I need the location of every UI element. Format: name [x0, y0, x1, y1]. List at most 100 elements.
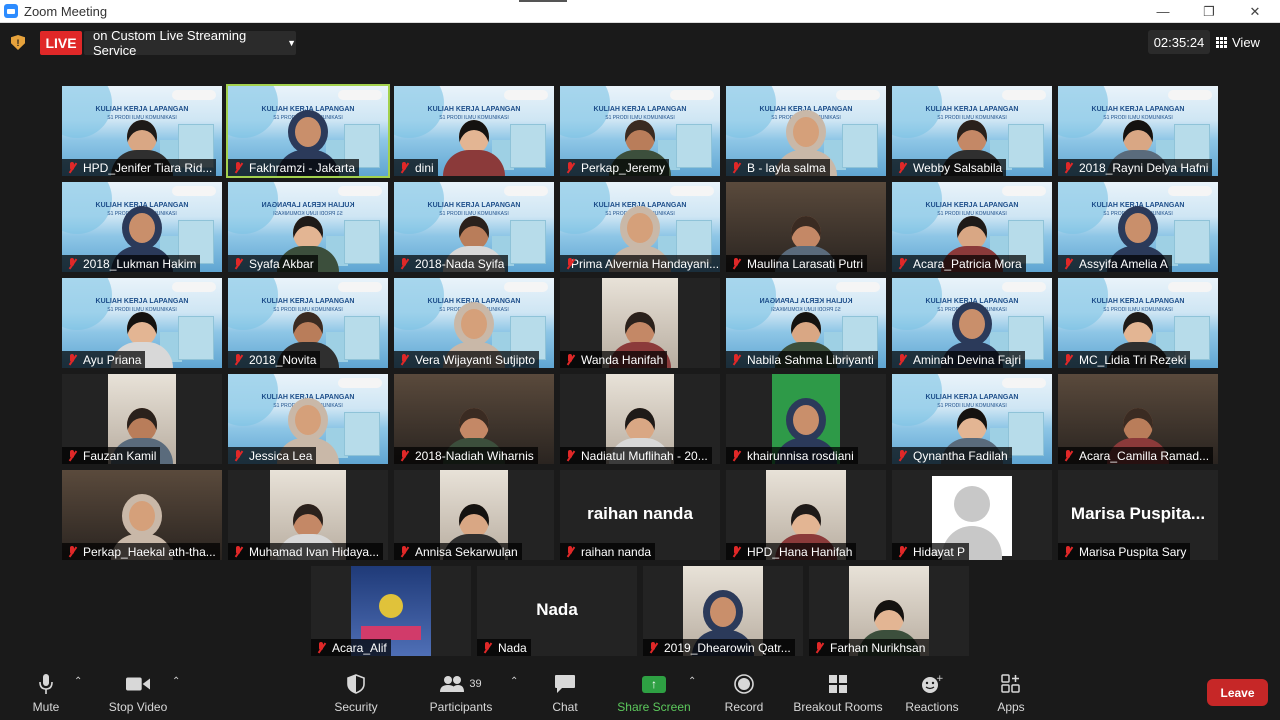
- chat-button[interactable]: Chat: [545, 663, 585, 720]
- participant-tile[interactable]: Farhan Nurikhsan: [809, 566, 969, 656]
- participant-nametag: 2019_Dhearowin Qatr...: [643, 639, 795, 656]
- participant-tile[interactable]: 2019_Dhearowin Qatr...: [643, 566, 803, 656]
- participant-tile[interactable]: Wanda Hanifah: [560, 278, 720, 368]
- participant-nametag: 2018_Rayni Delya Hafni: [1058, 159, 1213, 176]
- svg-text:+: +: [936, 674, 943, 684]
- participant-nametag: Farhan Nurikhsan: [809, 639, 930, 656]
- participant-nametag: Marisa Puspita Sary: [1058, 543, 1191, 560]
- reactions-button[interactable]: + Reactions: [904, 663, 960, 720]
- banner-title: KULIAH KERJA LAPANGAN: [95, 106, 189, 113]
- participants-button[interactable]: 39 Participants: [424, 663, 498, 720]
- muted-mic-icon: [897, 257, 907, 270]
- minimize-icon[interactable]: —: [1140, 0, 1186, 23]
- participant-tile[interactable]: Nada Nada: [477, 566, 637, 656]
- banner-title: KULIAH KERJA LAPANGAN: [925, 202, 1019, 209]
- muted-mic-icon: [399, 161, 409, 174]
- participant-name: Nadiatul Muflihah - 20...: [581, 448, 708, 463]
- participant-tile[interactable]: 2018-Nadiah Wiharnis: [394, 374, 554, 464]
- video-options-caret[interactable]: ⌃: [172, 676, 180, 687]
- chat-bubble-icon: [553, 673, 577, 695]
- participant-tile[interactable]: KULIAH KERJA LAPANGANS1 PRODI ILMU KOMUN…: [1058, 182, 1218, 272]
- participant-tile[interactable]: KULIAH KERJA LAPANGANS1 PRODI ILMU KOMUN…: [226, 84, 390, 178]
- participant-nametag: Syafa Akbar: [228, 255, 318, 272]
- live-service-dropdown[interactable]: on Custom Live Streaming Service ▼: [84, 28, 296, 58]
- participant-tile[interactable]: KULIAH KERJA LAPANGANS1 PRODI ILMU KOMUN…: [228, 374, 388, 464]
- participant-name: Perkap_Haekal ath-tha...: [83, 544, 216, 559]
- zoom-logo-icon: [4, 4, 18, 18]
- security-button[interactable]: Security: [330, 663, 382, 720]
- muted-mic-icon: [316, 641, 326, 654]
- leave-button[interactable]: Leave: [1207, 679, 1268, 706]
- banner-title: KULIAH KERJA LAPANGAN: [1091, 298, 1185, 305]
- participant-name: raihan nanda: [581, 544, 652, 559]
- participant-tile[interactable]: KULIAH KERJA LAPANGANS1 PRODI ILMU KOMUN…: [726, 86, 886, 176]
- participant-tile[interactable]: Perkap_Haekal ath-tha...: [62, 470, 222, 560]
- participant-tile[interactable]: Muhamad Ivan Hidaya...: [228, 470, 388, 560]
- close-icon[interactable]: ✕: [1232, 0, 1278, 23]
- record-button[interactable]: Record: [722, 663, 766, 720]
- muted-mic-icon: [731, 257, 741, 270]
- participant-tile[interactable]: Hidayat P: [892, 470, 1052, 560]
- muted-mic-icon: [233, 449, 243, 462]
- participant-nametag: Acara_Alif: [311, 639, 391, 656]
- participant-tile[interactable]: KULIAH KERJA LAPANGANS1 PRODI ILMU KOMUN…: [62, 182, 222, 272]
- participant-tile[interactable]: KULIAH KERJA LAPANGANS1 PRODI ILMU KOMUN…: [1058, 86, 1218, 176]
- participant-tile[interactable]: Annisa Sekarwulan: [394, 470, 554, 560]
- participant-nametag: Wanda Hanifah: [560, 351, 668, 368]
- participant-video: [443, 120, 505, 176]
- breakout-rooms-button[interactable]: Breakout Rooms: [790, 663, 886, 720]
- banner-title: KULIAH KERJA LAPANGAN: [593, 106, 687, 113]
- participant-tile[interactable]: raihan nanda raihan nanda: [560, 470, 720, 560]
- muted-mic-icon: [565, 161, 575, 174]
- participant-tile[interactable]: KULIAH KERJA LAPANGANS1 PRODI ILMU KOMUN…: [1058, 278, 1218, 368]
- mute-button[interactable]: Mute: [18, 663, 74, 720]
- live-badge[interactable]: LIVE: [40, 31, 82, 55]
- participant-tile[interactable]: KULIAH KERJA LAPANGANS1 PRODI ILMU KOMUN…: [62, 86, 222, 176]
- participant-tile[interactable]: KULIAH KERJA LAPANGANS1 PRODI ILMU KOMUN…: [228, 278, 388, 368]
- participant-tile[interactable]: Fauzan Kamil: [62, 374, 222, 464]
- mute-options-caret[interactable]: ⌃: [74, 676, 82, 687]
- participant-nametag: Maulina Larasati Putri: [726, 255, 868, 272]
- participant-name: 2018_Rayni Delya Hafni: [1079, 160, 1209, 175]
- apps-button[interactable]: Apps: [992, 663, 1030, 720]
- encryption-shield-icon[interactable]: !: [11, 35, 25, 50]
- share-screen-icon: ↑: [642, 673, 666, 695]
- participant-nametag: MC_Lidia Tri Rezeki: [1058, 351, 1191, 368]
- chat-label: Chat: [552, 700, 578, 714]
- participant-nametag: Acara_Patricia Mora: [892, 255, 1026, 272]
- participant-tile[interactable]: KULIAH KERJA LAPANGANS1 PRODI ILMU KOMUN…: [394, 182, 554, 272]
- participant-tile[interactable]: KULIAH KERJA LAPANGANS1 PRODI ILMU KOMUN…: [394, 278, 554, 368]
- participant-tile[interactable]: KULIAH KERJA LAPANGANS1 PRODI ILMU KOMUN…: [228, 182, 388, 272]
- participant-nametag: HPD_Jenifer Tiara Rid...: [62, 159, 217, 176]
- participant-tile[interactable]: KULIAH KERJA LAPANGANS1 PRODI ILMU KOMUN…: [892, 182, 1052, 272]
- participant-tile[interactable]: Acara_Alif: [311, 566, 471, 656]
- microphone-icon: [34, 673, 58, 695]
- participant-tile[interactable]: Maulina Larasati Putri: [726, 182, 886, 272]
- participant-tile[interactable]: KULIAH KERJA LAPANGANS1 PRODI ILMU KOMUN…: [892, 86, 1052, 176]
- muted-mic-icon: [67, 161, 77, 174]
- muted-mic-icon: [1063, 353, 1073, 366]
- participant-tile[interactable]: KULIAH KERJA LAPANGANS1 PRODI ILMU KOMUN…: [892, 374, 1052, 464]
- muted-mic-icon: [897, 545, 907, 558]
- participant-tile[interactable]: Marisa Puspita... Marisa Puspita Sary: [1058, 470, 1218, 560]
- muted-mic-icon: [897, 353, 907, 366]
- participant-tile[interactable]: KULIAH KERJA LAPANGANS1 PRODI ILMU KOMUN…: [726, 278, 886, 368]
- banner-title: KULIAH KERJA LAPANGAN: [427, 106, 521, 113]
- drag-handle[interactable]: [519, 0, 567, 2]
- restore-icon[interactable]: ❐: [1186, 0, 1232, 23]
- share-screen-button[interactable]: ↑ Share Screen: [614, 663, 694, 720]
- participant-tile[interactable]: HPD_Hana Hanifah: [726, 470, 886, 560]
- participant-tile[interactable]: Acara_Camilla Ramad...: [1058, 374, 1218, 464]
- participant-tile[interactable]: Nadiatul Muflihah - 20...: [560, 374, 720, 464]
- stop-video-button[interactable]: Stop Video: [104, 663, 172, 720]
- view-button[interactable]: View: [1216, 30, 1276, 54]
- participant-tile[interactable]: KULIAH KERJA LAPANGANS1 PRODI ILMU KOMUN…: [394, 86, 554, 176]
- participant-tile[interactable]: KULIAH KERJA LAPANGANS1 PRODI ILMU KOMUN…: [62, 278, 222, 368]
- participant-name: Perkap_Jeremy: [581, 160, 666, 175]
- participants-options-caret[interactable]: ⌃: [510, 676, 518, 687]
- participant-tile[interactable]: KULIAH KERJA LAPANGANS1 PRODI ILMU KOMUN…: [560, 86, 720, 176]
- participant-tile[interactable]: khairunnisa rosdiani: [726, 374, 886, 464]
- participant-tile[interactable]: KULIAH KERJA LAPANGANS1 PRODI ILMU KOMUN…: [892, 278, 1052, 368]
- share-options-caret[interactable]: ⌃: [688, 676, 696, 687]
- participant-tile[interactable]: KULIAH KERJA LAPANGANS1 PRODI ILMU KOMUN…: [560, 182, 720, 272]
